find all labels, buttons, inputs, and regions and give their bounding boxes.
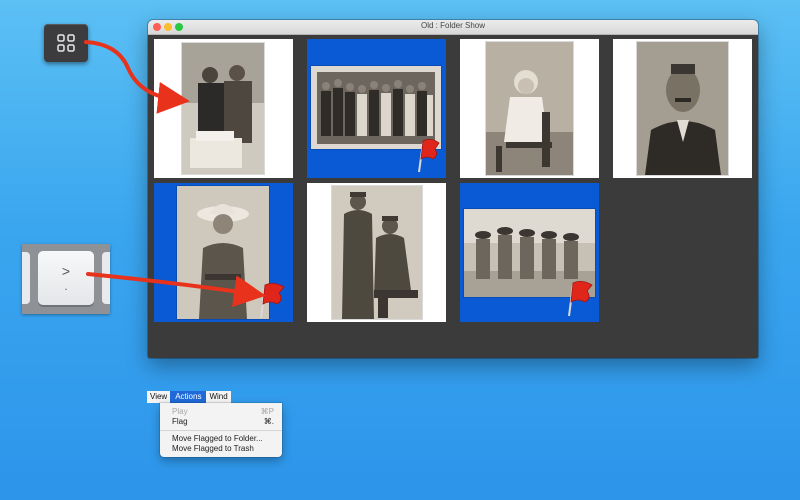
menu-item-label: Move Flagged to Trash bbox=[172, 444, 254, 453]
menu-item-flag[interactable]: Flag ⌘. bbox=[172, 417, 274, 427]
adjacent-key-right bbox=[102, 252, 110, 304]
menu-separator bbox=[160, 430, 282, 431]
photo-two-soldiers bbox=[332, 186, 422, 319]
menu-item-label: Flag bbox=[172, 417, 188, 426]
menu-window[interactable]: Wind bbox=[206, 391, 231, 403]
thumbnail-selected[interactable] bbox=[460, 183, 599, 322]
period-key: > . bbox=[38, 251, 94, 305]
adjacent-key-left bbox=[22, 252, 30, 304]
menu-item-label: Move Flagged to Folder... bbox=[172, 434, 263, 443]
photo-couple-cake bbox=[182, 43, 264, 174]
keyboard-closeup: > . bbox=[22, 244, 110, 314]
red-flag-icon bbox=[568, 281, 593, 317]
menu-item-move-flagged-trash[interactable]: Move Flagged to Trash bbox=[172, 444, 274, 454]
folder-show-window: Old : Folder Show bbox=[148, 20, 758, 358]
red-flag-icon bbox=[260, 283, 285, 319]
menu-item-shortcut: ⌘. bbox=[263, 417, 274, 426]
thumbnail-selected[interactable] bbox=[154, 183, 293, 322]
menu-item-shortcut: ⌘P bbox=[260, 407, 274, 416]
key-glyph-sub: . bbox=[64, 279, 68, 293]
actions-menu: Play ⌘P Flag ⌘. Move Flagged to Folder..… bbox=[160, 403, 282, 457]
thumbnail[interactable] bbox=[307, 183, 446, 322]
menu-bar: View Actions Wind bbox=[147, 391, 231, 403]
menu-item-label: Play bbox=[172, 407, 188, 416]
title-bar[interactable]: Old : Folder Show bbox=[148, 20, 758, 35]
photo-man-moustache bbox=[637, 42, 728, 175]
menu-actions[interactable]: Actions bbox=[170, 391, 207, 403]
thumbnail-selected[interactable] bbox=[307, 39, 446, 178]
thumbnail[interactable] bbox=[154, 39, 293, 178]
menu-item-move-flagged-folder[interactable]: Move Flagged to Folder... bbox=[172, 434, 274, 444]
photo-child-chair bbox=[486, 42, 573, 175]
red-flag-icon bbox=[418, 139, 440, 173]
thumbnail[interactable] bbox=[460, 39, 599, 178]
window-title: Old : Folder Show bbox=[420, 21, 486, 30]
grid-view-key bbox=[44, 24, 88, 62]
thumbnail[interactable] bbox=[613, 39, 752, 178]
grid-icon bbox=[57, 34, 75, 52]
menu-item-play[interactable]: Play ⌘P bbox=[172, 407, 274, 417]
menu-view[interactable]: View bbox=[147, 391, 171, 403]
key-glyph-main: > bbox=[61, 263, 71, 279]
